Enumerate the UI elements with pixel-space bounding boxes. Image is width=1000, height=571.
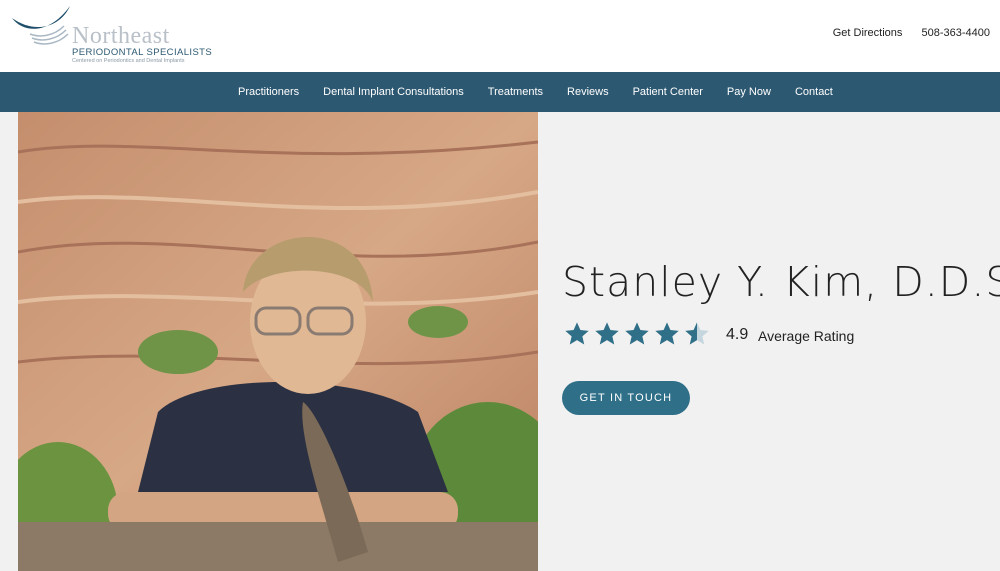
nav-item-pay-now[interactable]: Pay Now — [727, 86, 771, 98]
star-icon — [653, 320, 683, 350]
nav-item-reviews[interactable]: Reviews — [567, 86, 609, 98]
get-in-touch-button[interactable]: GET IN TOUCH — [562, 381, 690, 415]
logo-swoosh-icon — [12, 6, 70, 45]
logo-tagline: Centered on Periodontics and Dental Impl… — [72, 58, 185, 64]
star-rating — [563, 320, 713, 352]
rating-value: 4.9 — [726, 326, 749, 343]
logo[interactable]: Northeast PERIODONTAL SPECIALISTS Center… — [10, 4, 212, 66]
doctor-name: Stanley Y. Kim, D.D.S. — [562, 258, 1000, 306]
nav-item-practitioners[interactable]: Practitioners — [238, 86, 299, 98]
header-links: Get Directions 508-363-4400 — [817, 27, 990, 39]
nav-item-treatments[interactable]: Treatments — [488, 86, 543, 98]
get-directions-link[interactable]: Get Directions — [833, 27, 903, 39]
main-nav: Practitioners Dental Implant Consultatio… — [0, 72, 1000, 112]
doctor-photo — [18, 112, 538, 571]
phone-link[interactable]: 508-363-4400 — [921, 27, 990, 39]
half-star-icon — [683, 320, 713, 350]
star-icon — [593, 320, 623, 350]
nav-item-contact[interactable]: Contact — [795, 86, 833, 98]
star-icon — [623, 320, 653, 350]
doctor-portrait-icon — [18, 112, 538, 571]
logo-subtitle: PERIODONTAL SPECIALISTS — [72, 47, 213, 58]
nav-item-dental-implant-consultations[interactable]: Dental Implant Consultations — [323, 86, 464, 98]
nav-item-patient-center[interactable]: Patient Center — [633, 86, 703, 98]
star-icon — [563, 320, 593, 350]
rating-label: Average Rating — [758, 328, 855, 344]
logo-name: Northeast — [72, 23, 170, 49]
site-header: Northeast PERIODONTAL SPECIALISTS Center… — [0, 0, 1000, 72]
